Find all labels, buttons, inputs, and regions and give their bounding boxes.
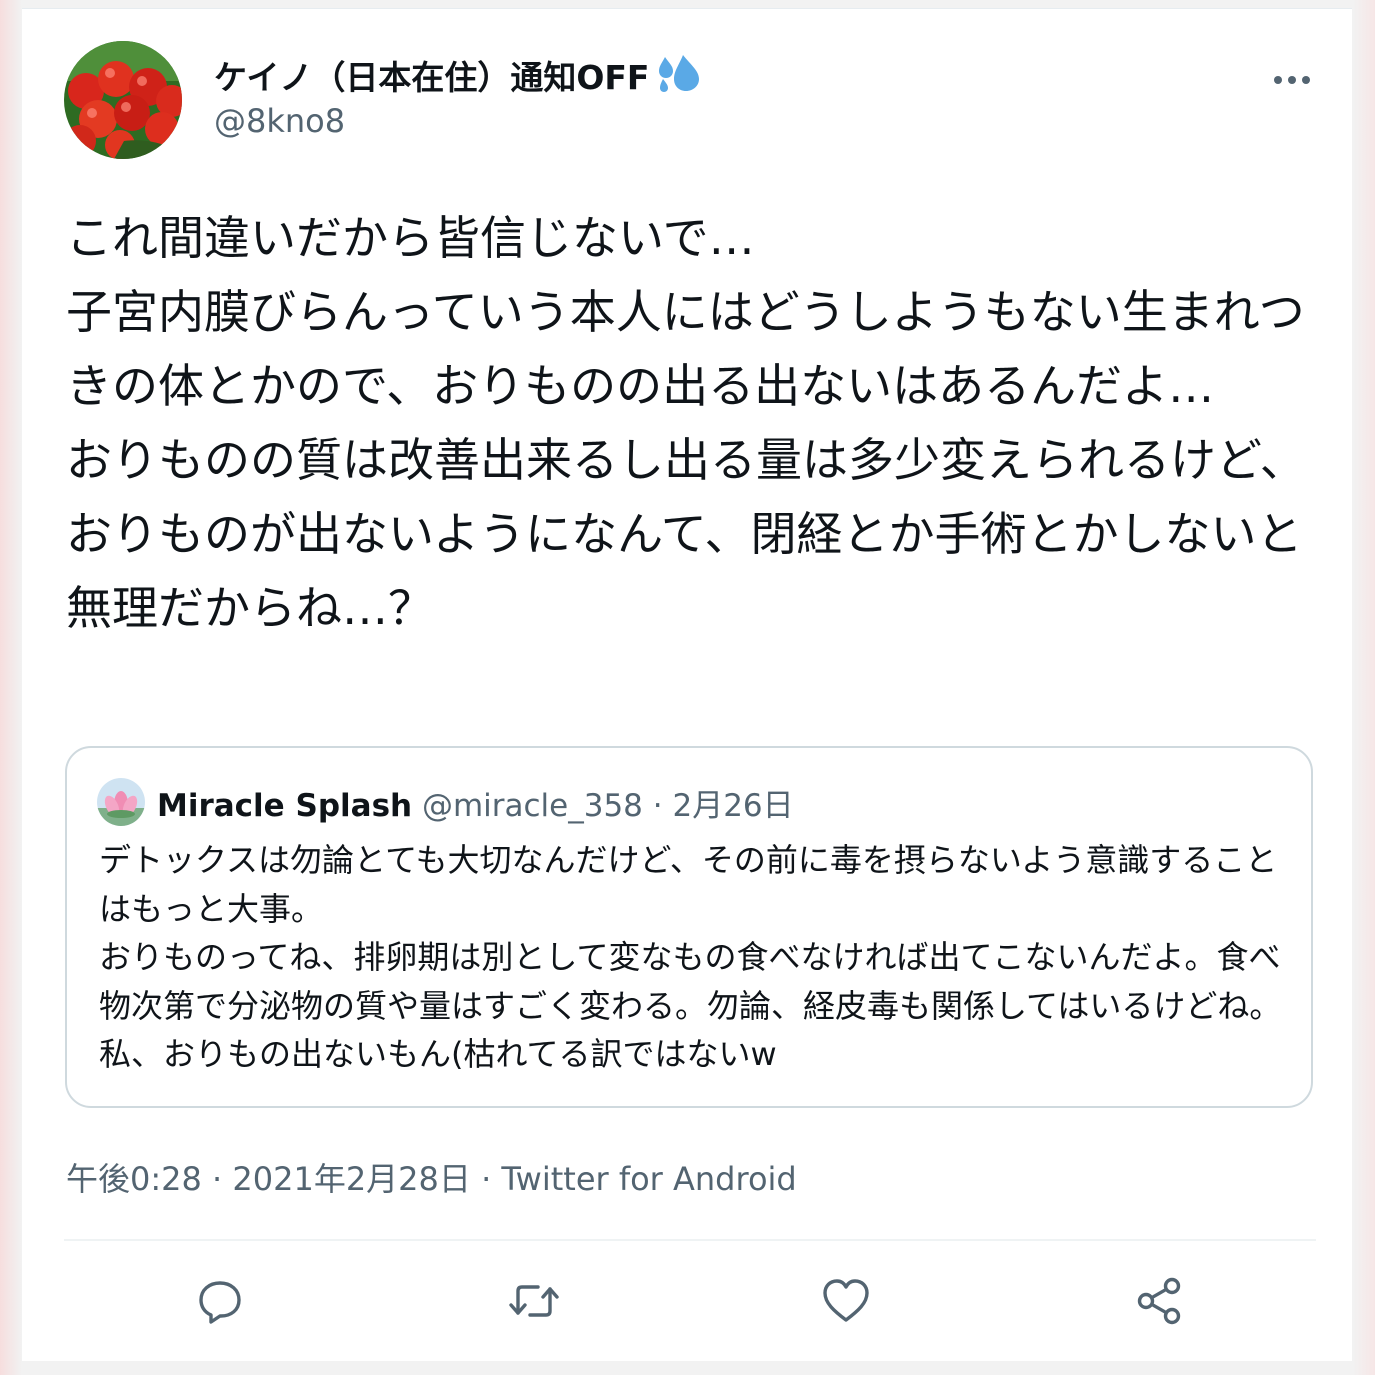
- author-handle[interactable]: @8kno8: [214, 102, 345, 140]
- tweet-text: これ間違いだから皆信じないで… 子宮内膜びらんっていう本人にはどうしようもない生…: [66, 211, 1306, 635]
- author-display-name[interactable]: ケイノ（日本在住）通知OFF: [214, 51, 703, 101]
- background-edge-left: [0, 0, 22, 1375]
- quoted-tweet-text: デトックスは勿論とても大切なんだけど、その前に毒を摂らないよう意識することはもっ…: [99, 841, 1282, 1073]
- tweet-card: ケイノ（日本在住）通知OFF @8kno8 これ間違いだから皆信じないで… 子宮…: [22, 8, 1352, 1361]
- share-icon[interactable]: [1134, 1275, 1186, 1327]
- quoted-author-meta: @miracle_358 · 2月26日: [421, 788, 794, 824]
- quoted-tweet-header: Miracle Splash @miracle_358 · 2月26日: [157, 780, 794, 825]
- retweet-icon[interactable]: [508, 1275, 560, 1327]
- quoted-author-name: Miracle Splash: [157, 788, 413, 824]
- lotus-avatar-image: [97, 778, 145, 826]
- like-heart-icon[interactable]: [820, 1275, 872, 1327]
- author-display-name-text: ケイノ（日本在住）通知OFF: [214, 58, 650, 97]
- more-options-icon[interactable]: [1270, 65, 1314, 95]
- author-avatar[interactable]: [64, 41, 182, 159]
- tweet-timestamp[interactable]: 午後0:28 · 2021年2月28日 · Twitter for Androi…: [66, 1154, 797, 1200]
- reply-icon[interactable]: [194, 1275, 246, 1327]
- quoted-tweet[interactable]: Miracle Splash @miracle_358 · 2月26日 デトック…: [65, 746, 1313, 1108]
- divider: [64, 1239, 1316, 1241]
- background-edge-right: [1353, 0, 1375, 1375]
- quoted-author-avatar: [97, 778, 145, 826]
- tomato-avatar-image: [64, 41, 182, 159]
- sweat-droplets-icon: [653, 53, 703, 101]
